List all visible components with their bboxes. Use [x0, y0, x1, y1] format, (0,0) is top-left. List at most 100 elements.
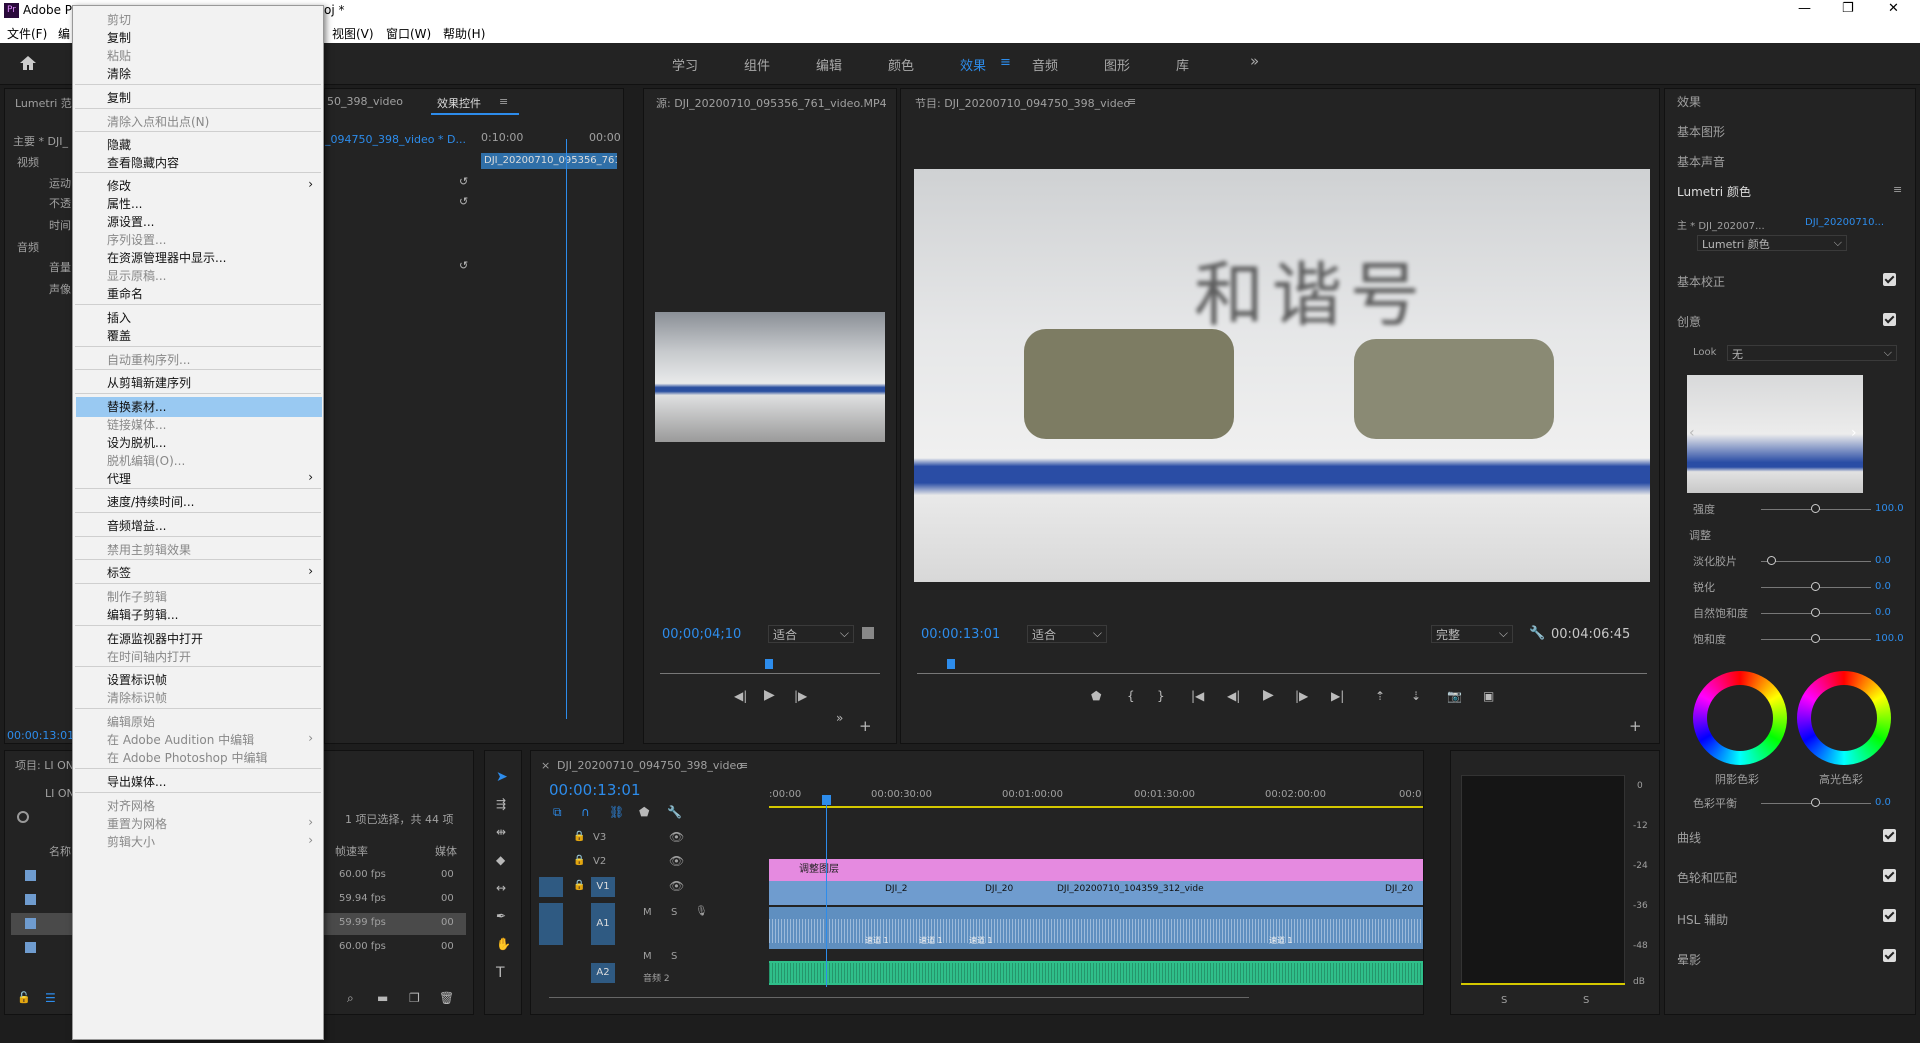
source-monitor-title[interactable]: 源: DJI_20200710_095356_761_video.MP4: [656, 95, 887, 111]
project-col-media[interactable]: 媒体: [435, 843, 457, 859]
find-icon[interactable]: ⌕: [347, 991, 354, 1006]
effect-reset-icon-1[interactable]: ↺: [459, 175, 468, 188]
source-step-back-icon[interactable]: ◀|: [734, 689, 747, 703]
context-menu-item[interactable]: 在资源管理器中显示...: [107, 249, 226, 267]
left-panel-tab[interactable]: Lumetri 范: [15, 95, 72, 111]
program-fit-select[interactable]: 适合 ⌵: [1027, 625, 1107, 643]
lock-icon[interactable]: 🔓: [17, 991, 31, 1004]
source-patch-a1[interactable]: [539, 903, 563, 945]
saturation-value[interactable]: 100.0: [1875, 633, 1904, 644]
mute-icon[interactable]: M: [643, 951, 652, 962]
selection-tool-icon[interactable]: ➤: [496, 769, 508, 785]
context-menu-item[interactable]: 覆盖: [107, 327, 131, 345]
a1-clip-3[interactable]: 速道 1: [969, 935, 1013, 947]
lumetri-menu-icon[interactable]: ≡: [1893, 183, 1902, 196]
source-more-icon[interactable]: »: [836, 711, 843, 725]
slip-tool-icon[interactable]: ↔: [496, 881, 506, 895]
track-a2-target[interactable]: A2: [591, 963, 615, 983]
step-back-icon[interactable]: ◀|: [1227, 689, 1240, 703]
color-wheels-label[interactable]: 色轮和匹配: [1677, 869, 1737, 886]
v1-clip-4[interactable]: DJI_20: [1369, 884, 1423, 902]
left-timecode[interactable]: 00:00:13:01: [7, 729, 74, 742]
timeline-playhead[interactable]: [826, 797, 827, 987]
source-timecode[interactable]: 00;00;04;10: [662, 627, 741, 642]
workspace-assembly[interactable]: 组件: [744, 55, 770, 74]
meter-solo-right[interactable]: S: [1583, 995, 1589, 1006]
source-step-forward-icon[interactable]: |▶: [794, 689, 807, 703]
list-view-icon[interactable]: ☰: [45, 991, 56, 1005]
solo-icon[interactable]: S: [671, 907, 677, 918]
context-menu-item[interactable]: 标签: [107, 564, 131, 582]
lift-icon[interactable]: ⇡: [1375, 689, 1385, 703]
pen-tool-icon[interactable]: ✒: [496, 909, 506, 923]
solo-icon[interactable]: S: [671, 951, 677, 962]
mute-icon[interactable]: M: [643, 907, 652, 918]
context-menu-item[interactable]: 属性...: [107, 195, 142, 213]
context-menu-item[interactable]: 替换素材...: [107, 398, 166, 416]
context-menu-item[interactable]: 修改: [107, 177, 131, 195]
context-menu-item[interactable]: 音频增益...: [107, 517, 166, 535]
adjustment-layer-clip[interactable]: 调整图层: [769, 859, 1423, 881]
look-next-icon[interactable]: ›: [1851, 425, 1857, 441]
program-timecode[interactable]: 00:00:13:01: [921, 627, 1000, 642]
context-menu-item[interactable]: 从剪辑新建序列: [107, 374, 191, 392]
program-menu-icon[interactable]: ≡: [1127, 95, 1136, 108]
highlight-tint-wheel[interactable]: [1797, 671, 1891, 765]
vignette-checkbox[interactable]: [1883, 949, 1896, 962]
effect-clip-bar[interactable]: DJI_20200710_095356_761: [481, 153, 617, 169]
new-item-icon[interactable]: ❐: [409, 991, 420, 1005]
play-icon[interactable]: ▶: [1263, 687, 1274, 703]
menu-edit[interactable]: 编: [58, 25, 70, 42]
menu-view[interactable]: 视图(V): [332, 25, 374, 42]
source-add-button-icon[interactable]: +: [859, 717, 872, 735]
program-playhead[interactable]: [947, 659, 955, 669]
effect-controls-clip-link[interactable]: _094750_398_video * D...: [325, 133, 466, 146]
context-menu-item[interactable]: 复制: [107, 89, 131, 107]
go-to-in-icon[interactable]: |◀: [1191, 689, 1204, 703]
curves-label[interactable]: 曲线: [1677, 829, 1701, 846]
workspace-editing[interactable]: 编辑: [816, 55, 842, 74]
lumetri-master-right[interactable]: DJI_20200710...: [1805, 217, 1884, 228]
workspace-menu-icon[interactable]: ≡: [1000, 55, 1011, 70]
workspace-audio[interactable]: 音频: [1032, 55, 1058, 74]
program-add-button-icon[interactable]: +: [1629, 717, 1642, 735]
left-row-volume[interactable]: 音量: [49, 259, 71, 275]
lumetri-preset-select[interactable]: Lumetri 颜色 ⌵: [1697, 235, 1847, 251]
creative-checkbox[interactable]: [1883, 313, 1896, 326]
track-a1-target[interactable]: A1: [591, 903, 615, 945]
go-to-out-icon[interactable]: ▶|: [1331, 689, 1344, 703]
a1-clip-4[interactable]: 速道 1: [1269, 935, 1313, 947]
comparison-view-icon[interactable]: ▣: [1483, 689, 1494, 703]
workspace-libraries[interactable]: 库: [1176, 55, 1189, 74]
faded-film-value[interactable]: 0.0: [1875, 555, 1891, 566]
track-v3-label[interactable]: V3: [593, 832, 606, 843]
left-row-opacity[interactable]: 不透: [49, 195, 71, 211]
maximize-button[interactable]: ❐: [1842, 1, 1854, 16]
timeline-close-icon[interactable]: ×: [541, 759, 550, 772]
snap-icon[interactable]: ∩: [581, 805, 590, 819]
track-v2-label[interactable]: V2: [593, 856, 606, 867]
vibrance-knob[interactable]: [1811, 608, 1820, 617]
type-tool-icon[interactable]: T: [496, 965, 505, 981]
track-eye-icon[interactable]: 👁: [669, 830, 684, 844]
context-menu-item[interactable]: 重命名: [107, 285, 143, 303]
v1-clip-2[interactable]: DJI_20: [969, 884, 1029, 902]
color-balance-knob[interactable]: [1811, 798, 1820, 807]
new-bin-icon[interactable]: ▬: [377, 991, 388, 1005]
right-item-effects[interactable]: 效果: [1677, 93, 1701, 110]
vignette-label[interactable]: 晕影: [1677, 951, 1701, 968]
effect-playhead[interactable]: [566, 139, 567, 719]
basic-correction-checkbox[interactable]: [1883, 273, 1896, 286]
track-v1-target[interactable]: V1: [591, 877, 615, 897]
left-row-motion[interactable]: 运动: [49, 175, 71, 191]
saturation-knob[interactable]: [1811, 634, 1820, 643]
workspace-effects[interactable]: 效果: [960, 55, 986, 74]
export-frame-icon[interactable]: 📷: [1447, 689, 1462, 703]
timeline-settings-icon[interactable]: 🔧: [667, 805, 682, 819]
effect-controls-menu-icon[interactable]: ≡: [499, 95, 508, 108]
close-button[interactable]: ✕: [1888, 1, 1899, 16]
menu-help[interactable]: 帮助(H): [443, 25, 485, 42]
program-wrench-icon[interactable]: 🔧: [1529, 626, 1545, 641]
track-eye-icon[interactable]: 👁: [669, 854, 684, 868]
hsl-checkbox[interactable]: [1883, 909, 1896, 922]
